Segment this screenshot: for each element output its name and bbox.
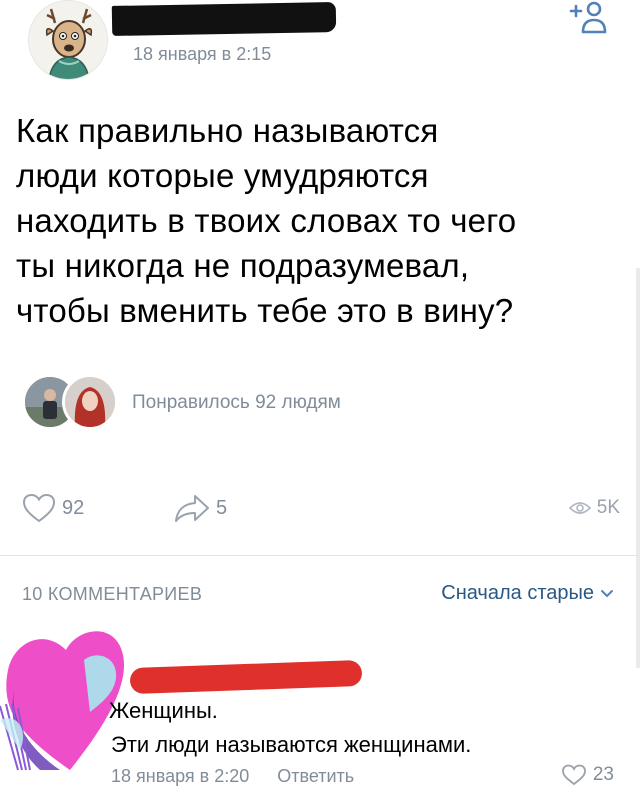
shares-count: 5 xyxy=(216,496,228,519)
comments-count: 10 КОММЕНТАРИЕВ xyxy=(22,584,203,604)
reply-button[interactable]: Ответить xyxy=(277,766,354,787)
post-text-line: Как правильно называются xyxy=(16,112,439,149)
eye-icon xyxy=(568,502,591,514)
author-avatar[interactable] xyxy=(28,0,108,80)
post-header: 18 января в 2:15 xyxy=(0,0,640,90)
post-text: Как правильно называются люди которые ум… xyxy=(16,108,626,333)
chevron-down-icon xyxy=(601,589,613,597)
likes-summary[interactable]: Понравилось 92 людям xyxy=(132,392,341,414)
post-actions: 92 5 5K xyxy=(0,488,640,528)
sort-label: Сначала старые xyxy=(441,582,594,604)
post-text-line: чтобы вменить тебе это в вину? xyxy=(16,292,514,329)
author-name-redacted xyxy=(111,2,337,36)
add-friend-button[interactable] xyxy=(567,0,607,36)
likes-count: 92 xyxy=(62,496,85,519)
sort-dropdown[interactable]: Сначала старые xyxy=(441,582,614,605)
comment-item: Женщины. Эти люди называются женщинами. … xyxy=(0,620,640,811)
like-button[interactable]: 92 xyxy=(22,488,84,528)
heart-icon xyxy=(561,764,586,786)
divider xyxy=(0,555,640,556)
liker-photo xyxy=(65,377,115,427)
share-button[interactable]: 5 xyxy=(174,488,227,528)
comment-text-line: Эти люди называются женщинами. xyxy=(111,732,472,757)
comment-date[interactable]: 18 января в 2:20 xyxy=(111,766,249,787)
comment-likes-count: 23 xyxy=(592,764,614,785)
likers-row[interactable]: Понравилось 92 людям xyxy=(22,374,442,434)
post-text-line: люди которые умудряются xyxy=(16,157,429,194)
post-text-line: ты никогда не подразумевал, xyxy=(16,247,470,284)
add-friend-icon xyxy=(569,1,607,34)
views-counter: 5K xyxy=(568,488,620,528)
liker-avatar[interactable] xyxy=(62,374,118,430)
heart-icon xyxy=(22,493,56,523)
post-date[interactable]: 18 января в 2:15 xyxy=(133,44,271,65)
comment-like-button[interactable]: 23 xyxy=(561,764,614,786)
comment-meta: 18 января в 2:20 Ответить xyxy=(111,766,354,787)
commenter-name-redacted xyxy=(129,659,363,695)
views-count: 5K xyxy=(596,497,620,518)
deer-avatar-illustration xyxy=(29,1,107,79)
share-arrow-icon xyxy=(175,495,209,522)
comments-header: 10 КОММЕНТАРИЕВ Сначала старые xyxy=(0,580,640,614)
post-text-line: находить в твоих словах то чего xyxy=(16,202,517,239)
comment-text-line: Женщины. xyxy=(109,698,218,723)
scrollbar[interactable] xyxy=(636,268,640,668)
